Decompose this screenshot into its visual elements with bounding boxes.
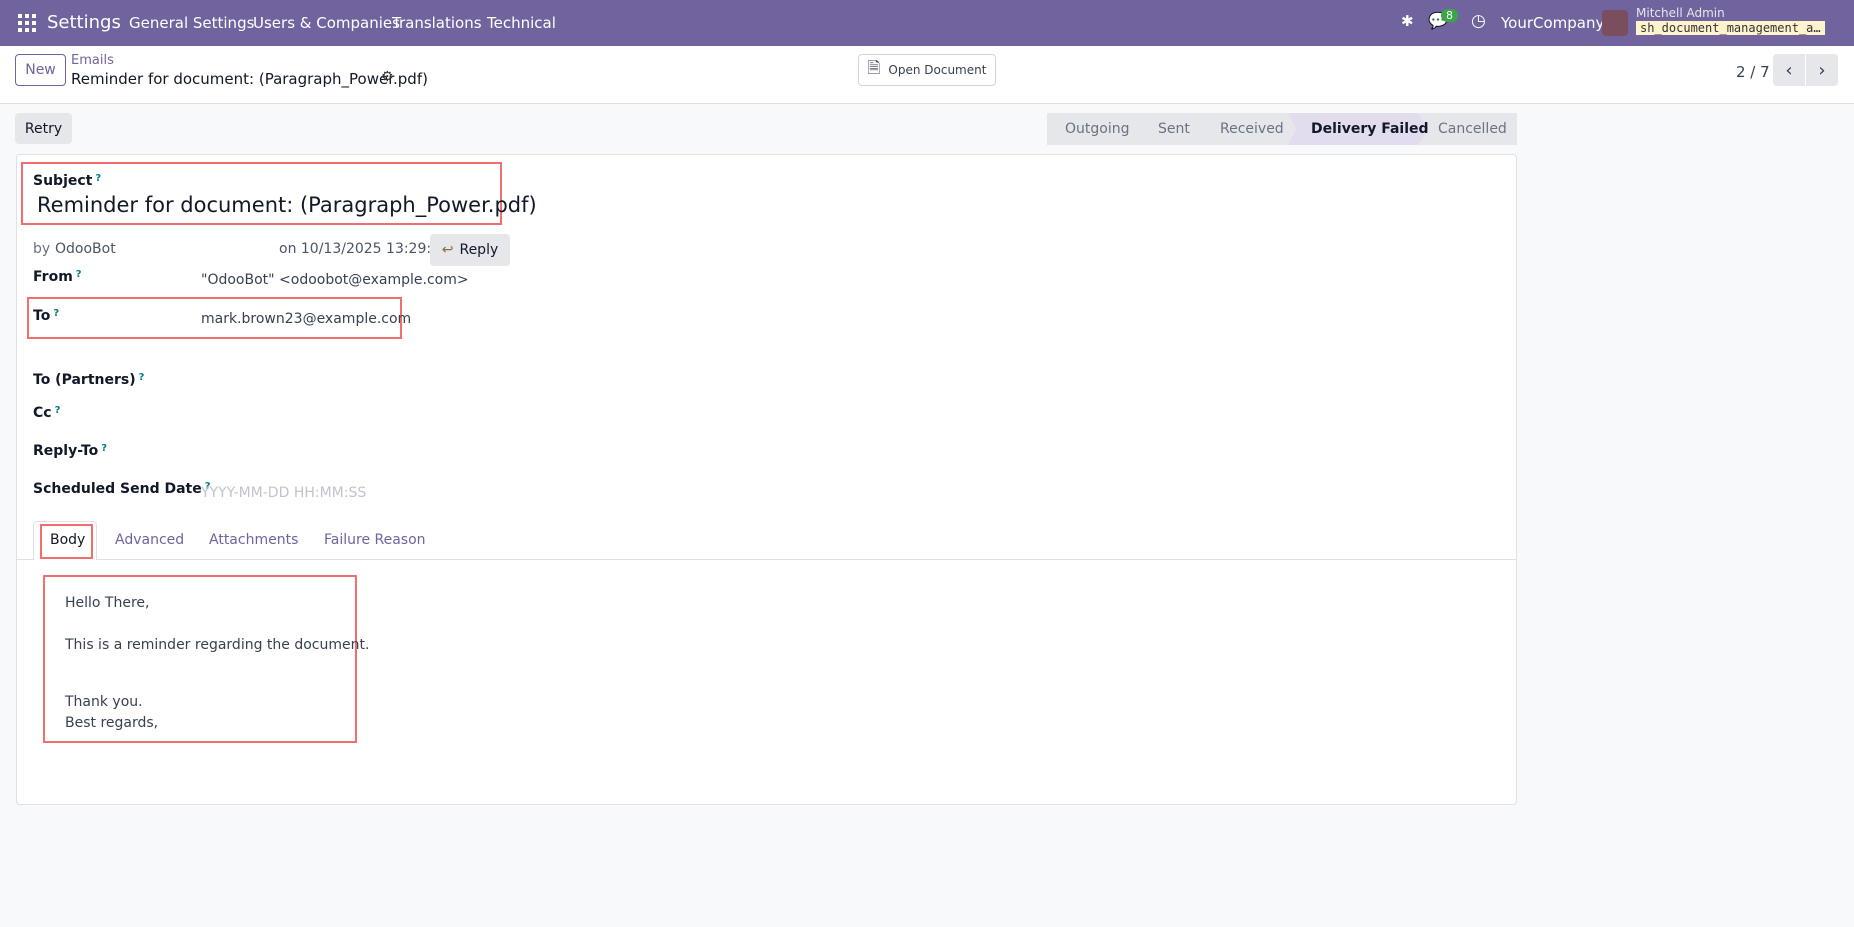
activity-clock-icon[interactable]: ◷ [1471,11,1486,31]
from-value[interactable]: "OdooBot" <odoobot@example.com> [201,272,469,288]
apps-menu-icon[interactable] [18,14,36,32]
database-name: sh_document_management_a… [1636,21,1825,35]
body-line: Best regards, [65,715,159,731]
pager-value[interactable]: 2 / 7 [1736,63,1770,81]
new-button[interactable]: New [15,54,66,86]
menu-users-companies[interactable]: Users & Companies [253,14,400,32]
chat-badge: 8 [1441,9,1458,22]
tab-advanced[interactable]: Advanced [115,532,184,548]
tab-attachments[interactable]: Attachments [209,532,298,548]
pager-previous-button[interactable]: ‹ [1773,54,1805,86]
author-prefix: by [33,241,51,257]
tabs-divider [17,559,1516,560]
app-title[interactable]: Settings [47,12,121,33]
message-date: on 10/13/2025 13:29:33 [279,241,449,257]
subject-value: Reminder for document: (Paragraph_Power.… [37,193,537,217]
stage-delivery-failed-label: Delivery Failed [1311,121,1429,137]
pager-next-button[interactable]: › [1806,54,1838,86]
to-value[interactable]: mark.brown23@example.com [201,311,411,327]
reply-icon: ↩ [441,242,454,258]
scheduled-date-input[interactable]: YYYY-MM-DD HH:MM:SS [201,485,366,501]
menu-technical[interactable]: Technical [487,14,556,32]
reply-label: Reply [459,242,499,258]
body-line: Thank you. [65,694,143,710]
reply-button[interactable]: ↩ Reply [430,234,510,266]
stage-outgoing[interactable]: Outgoing [1065,113,1129,145]
stage-received[interactable]: Received [1220,113,1284,145]
author-name[interactable]: OdooBot [55,241,116,257]
to-partners-label: To (Partners)? [33,372,145,388]
body-line: This is a reminder regarding the documen… [65,637,370,653]
control-panel: New Emails Reminder for document: (Parag… [0,46,1854,104]
open-document-label: Open Document [888,63,987,77]
body-line: Hello There, [65,595,150,611]
stage-cancelled[interactable]: Cancelled [1438,113,1507,145]
menu-general-settings[interactable]: General Settings [129,14,254,32]
menu-translations[interactable]: Translations [392,14,482,32]
tab-failure-reason[interactable]: Failure Reason [324,532,426,548]
user-name[interactable]: Mitchell Admin [1636,6,1725,20]
from-label: From? [33,269,82,285]
subject-label: Subject? [33,173,102,189]
help-icon: ? [95,173,102,184]
reply-to-label: Reply-To? [33,443,108,459]
user-avatar[interactable] [1602,10,1628,36]
stage-sent[interactable]: Sent [1158,113,1190,145]
tab-body-label[interactable]: Body [50,532,85,548]
company-switcher[interactable]: YourCompany [1501,14,1604,32]
cc-label: Cc? [33,405,61,421]
to-label: To? [33,308,60,324]
retry-button[interactable]: Retry [15,113,72,144]
gear-icon[interactable]: ⚙ [381,69,394,85]
open-document-button[interactable]: 🗎 Open Document [858,54,996,86]
top-navbar: Settings General Settings Users & Compan… [0,0,1854,46]
document-icon: 🗎 [867,57,881,77]
breadcrumb-current: Reminder for document: (Paragraph_Power.… [71,70,428,88]
debug-bug-icon[interactable]: ✱ [1401,12,1414,30]
scheduled-date-label: Scheduled Send Date? [33,481,211,497]
breadcrumb-emails[interactable]: Emails [71,53,114,68]
status-bar: Outgoing Sent Received Delivery Failed C… [1047,113,1517,145]
